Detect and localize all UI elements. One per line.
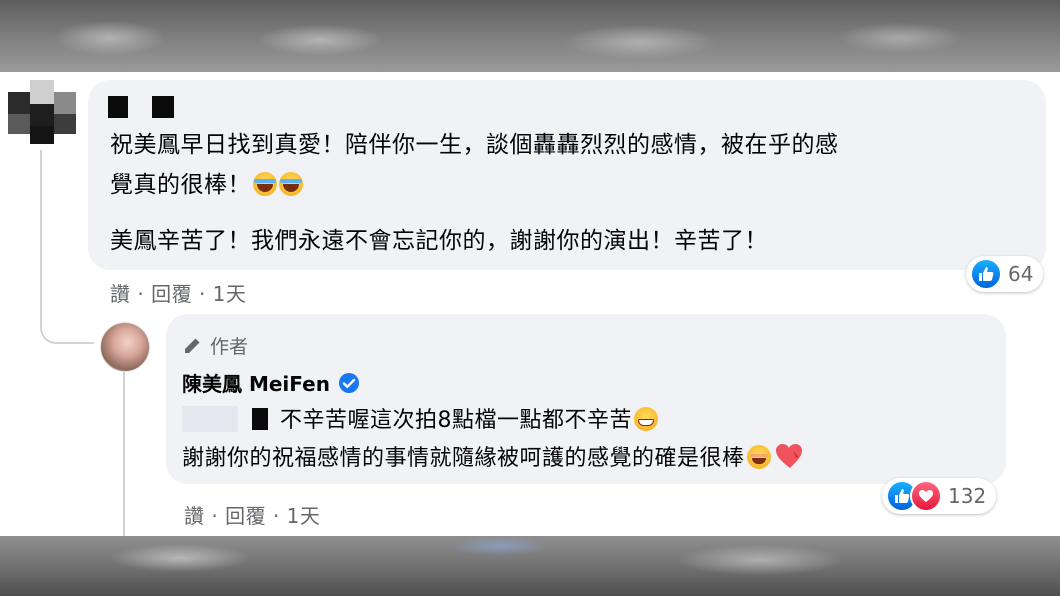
reply-line-2: 謝謝你的祝福感情的事情就隨緣被呵護的感覺的確是很棒 (182, 440, 805, 478)
author-name[interactable]: 陳美鳳 MeiFen (182, 368, 360, 397)
like-icon (970, 258, 1002, 290)
action-separator: · (137, 282, 145, 306)
comment-line-2-text: 覺真的很棒！ (110, 172, 251, 198)
thread-line-vertical (40, 150, 42, 320)
commenter-avatar[interactable] (8, 80, 78, 150)
tears-of-joy-emoji-icon (279, 172, 303, 196)
author-badge-label: 作者 (210, 336, 249, 358)
love-icon (910, 480, 942, 512)
heart-emoji-icon (775, 444, 802, 468)
verified-badge-icon (338, 372, 360, 394)
comment-actions: 讚 · 回覆 · 1天 (110, 278, 246, 307)
author-name-text[interactable]: 陳美鳳 MeiFen (182, 368, 330, 397)
thread-line-elbow (40, 318, 94, 344)
redacted-mention-dark (252, 408, 268, 430)
comment-line-3: 美鳳辛苦了！我們永遠不會忘記你的，謝謝你的演出！辛苦了！ (110, 228, 768, 254)
comment-reply-link[interactable]: 回覆 (151, 282, 192, 306)
smiling-emoji-icon (746, 445, 771, 469)
comment-reaction-count: 64 (1008, 262, 1034, 286)
reply-line-2-text: 謝謝你的祝福感情的事情就隨緣被呵護的感覺的確是很棒 (182, 446, 745, 471)
author-avatar[interactable] (100, 322, 150, 372)
action-separator: · (272, 504, 280, 528)
comment-reactions[interactable]: 64 (966, 256, 1044, 292)
reply-reply-link[interactable]: 回覆 (225, 504, 266, 528)
reply-line-1: 不辛苦喔這次拍8點檔一點都不辛苦 (280, 402, 658, 440)
redacted-commenter-name-2 (152, 96, 174, 118)
reply-like-link[interactable]: 讚 (184, 504, 205, 528)
blurred-bottom-background (0, 536, 1060, 596)
action-separator: · (211, 504, 219, 528)
blurred-top-background (0, 0, 1060, 72)
pencil-icon (185, 338, 200, 353)
redacted-mention (182, 406, 238, 432)
comment-like-link[interactable]: 讚 (110, 282, 131, 306)
comment-line-1: 祝美鳳早日找到真愛！陪伴你一生，談個轟轟烈烈的感情，被在乎的感 (110, 132, 839, 158)
action-separator: · (198, 282, 206, 306)
author-badge: 作者 (182, 332, 248, 359)
comment-line-2: 覺真的很棒！ (110, 166, 303, 204)
thread-line-reply (123, 372, 125, 536)
comment-timestamp[interactable]: 1天 (213, 282, 247, 306)
grinning-emoji-icon (634, 407, 658, 431)
reply-actions: 讚 · 回覆 · 1天 (184, 500, 320, 529)
reply-timestamp[interactable]: 1天 (287, 504, 321, 528)
reply-line-1-text: 不辛苦喔這次拍8點檔一點都不辛苦 (280, 408, 632, 433)
redacted-commenter-name (108, 96, 128, 118)
tears-of-joy-emoji-icon (253, 172, 277, 196)
reply-reactions[interactable]: 132 (882, 478, 997, 514)
reply-reaction-count: 132 (948, 484, 987, 508)
